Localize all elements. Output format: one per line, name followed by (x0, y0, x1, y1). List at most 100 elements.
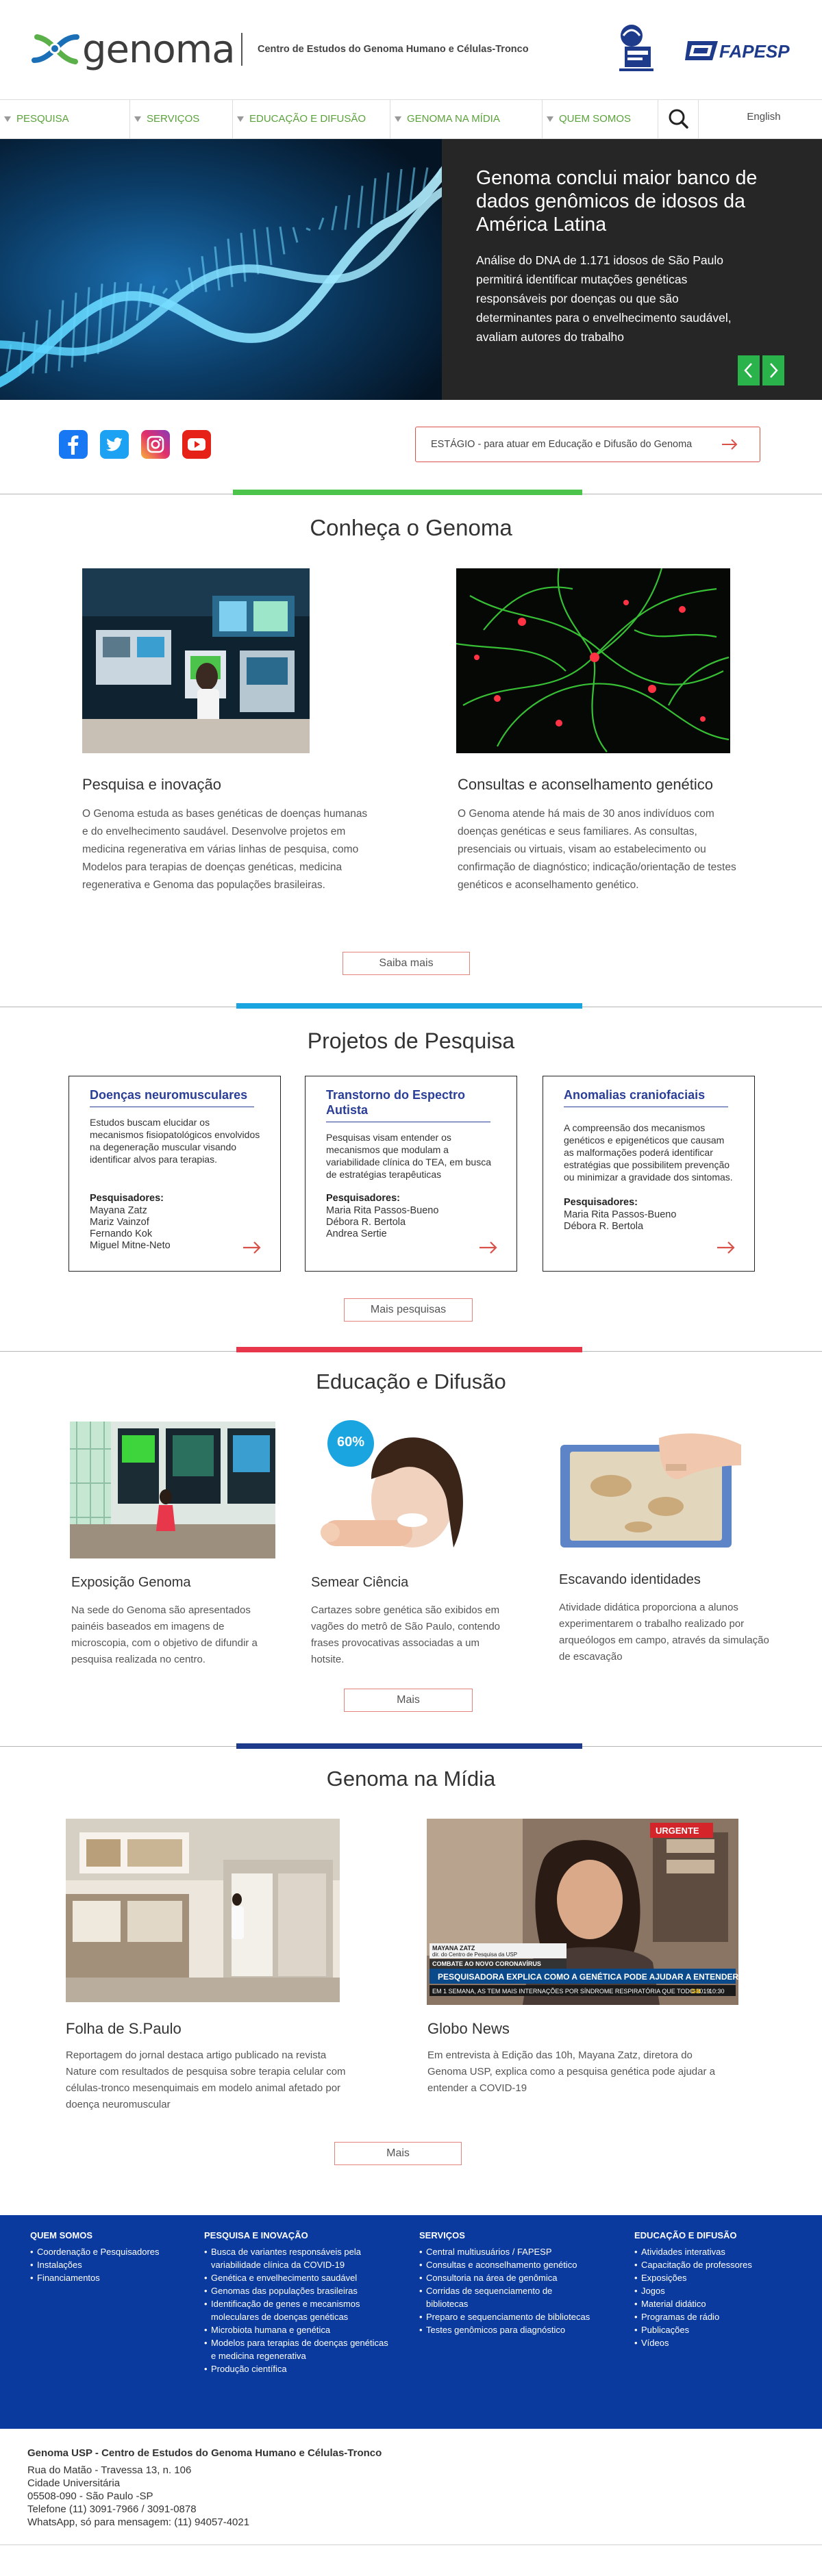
hero-carousel: Genoma conclui maior banco de dados genô… (0, 139, 822, 400)
footer-link[interactable]: Central multiusuários / FAPESP (419, 2245, 590, 2258)
footer-link[interactable]: Jogos (634, 2284, 799, 2297)
nav-search-button[interactable] (658, 100, 699, 138)
nav-label: PESQUISA (16, 113, 69, 125)
footer-link[interactable]: Genética e envelhecimento saudável (204, 2271, 389, 2284)
card-text-exposicao: Na sede do Genoma são apresentados painé… (71, 1604, 258, 1665)
nav-label: QUEM SOMOS (559, 113, 632, 125)
footer-link[interactable]: Programas de rádio (634, 2310, 799, 2323)
researcher-name: Fernando Kok (90, 1228, 153, 1239)
project-title[interactable]: Transtorno do Espectro Autista (326, 1087, 504, 1117)
footer-heading-servicos[interactable]: SERVIÇOS (419, 2230, 465, 2240)
card-title-pesquisa[interactable]: Pesquisa e inovação (82, 776, 221, 794)
card-title-consultas[interactable]: Consultas e aconselhamento genético (458, 776, 713, 794)
genoma-logo[interactable]: genoma (30, 27, 236, 73)
nav-item-servicos[interactable]: SERVIÇOS (130, 100, 233, 138)
footer-link[interactable]: Modelos para terapias de doenças genétic… (204, 2336, 389, 2362)
project-title[interactable]: Anomalias craniofaciais (564, 1087, 742, 1102)
footer-link[interactable]: Material didático (634, 2297, 799, 2310)
card-title-exposicao[interactable]: Exposição Genoma (71, 1575, 191, 1591)
project-card-neuromusculares[interactable]: Doenças neuromusculares Estudos buscam e… (68, 1076, 281, 1272)
footer-link[interactable]: Genomas das populações brasileiras (204, 2284, 389, 2297)
instagram-icon[interactable] (141, 430, 170, 459)
carousel-next-button[interactable] (762, 355, 784, 386)
institution-seal-logo[interactable] (615, 21, 656, 75)
footer-link[interactable]: Testes genômicos para diagnóstico (419, 2323, 590, 2336)
footer-link[interactable]: Microbiota humana e genética (204, 2323, 389, 2336)
project-title[interactable]: Doenças neuromusculares (90, 1087, 268, 1102)
card-title-semear[interactable]: Semear Ciência (311, 1575, 408, 1591)
footer-heading-educacao[interactable]: EDUCAÇÃO E DIFUSÃO (634, 2230, 737, 2240)
footer-link[interactable]: Atividades interativas (634, 2245, 799, 2258)
footer-link[interactable]: Produção científica (204, 2362, 389, 2375)
chevron-down-icon (134, 116, 141, 122)
mais-midia-button[interactable]: Mais (334, 2142, 462, 2165)
footer-link[interactable]: Consultas e aconselhamento genético (419, 2258, 590, 2271)
section-accent-bar (236, 1743, 582, 1749)
semear-ciencia-image[interactable]: 60% (310, 1417, 475, 1558)
section-title-conheca: Conheça o Genoma (310, 515, 512, 540)
footer-link[interactable]: Preparo e sequenciamento de bibliotecas (419, 2310, 590, 2323)
footer-link[interactable]: Capacitação de professores (634, 2258, 799, 2271)
footer-link[interactable]: Corridas de sequenciamento de biblioteca… (419, 2284, 590, 2310)
project-description: Pesquisas visam entender os mecanismos q… (326, 1132, 491, 1180)
project-description: Estudos buscam elucidar os mecanismos fi… (90, 1117, 260, 1165)
carousel-prev-button[interactable] (738, 355, 760, 386)
estagio-label: ESTÁGIO - para atuar em Educação e Difus… (431, 439, 693, 450)
tv-banner-tag: COMBATE AO NOVO CORONAVÍRUS (432, 1960, 541, 1967)
nav-item-pesquisa[interactable]: PESQUISA (0, 100, 130, 138)
footer-list-quem-somos: Coordenação e Pesquisadores Instalações … (30, 2245, 188, 2284)
footer-link[interactable]: Busca de variantes responsáveis pela var… (204, 2245, 389, 2271)
tv-caption-role: dir. do Centro de Pesquisa da USP (432, 1952, 517, 1958)
section-title-educacao: Educação e Difusão (316, 1369, 506, 1393)
nav-item-quem-somos[interactable]: QUEM SOMOS (543, 100, 658, 138)
research-lab-image[interactable] (82, 568, 310, 753)
address-line: 05508-090 - São Paulo -SP (27, 2490, 153, 2502)
project-card-craniofaciais[interactable]: Anomalias craniofaciais A compreensão do… (543, 1076, 755, 1272)
youtube-icon[interactable] (182, 430, 211, 459)
fapesp-text: FAPESP (719, 41, 790, 62)
globo-news-image[interactable]: URGENTE MAYANA ZATZ dir. do Centro de Pe… (427, 1819, 738, 2005)
footer-heading-quem-somos[interactable]: QUEM SOMOS (30, 2230, 92, 2240)
footer-link[interactable]: Vídeos (634, 2336, 799, 2349)
footer-link[interactable]: Financiamentos (30, 2271, 188, 2284)
folha-lab-image[interactable] (66, 1819, 340, 2002)
arrow-right-icon[interactable] (716, 1239, 736, 1256)
language-link[interactable]: English (726, 100, 801, 138)
logo-text: genoma (82, 27, 236, 72)
project-card-autismo[interactable]: Transtorno do Espectro Autista Pesquisas… (305, 1076, 517, 1272)
footer-link[interactable]: Exposições (634, 2271, 799, 2284)
footer-link[interactable]: Publicações (634, 2323, 799, 2336)
twitter-icon[interactable] (100, 430, 129, 459)
search-icon (669, 109, 688, 129)
arrow-right-icon[interactable] (478, 1239, 499, 1256)
escavando-image[interactable] (556, 1431, 747, 1554)
card-title-globo[interactable]: Globo News (427, 2020, 510, 2038)
card-text-pesquisa: O Genoma estuda as bases genéticas de do… (82, 808, 368, 891)
arrow-right-icon[interactable] (242, 1239, 262, 1256)
facebook-icon[interactable] (59, 430, 88, 459)
hero-title[interactable]: Genoma conclui maior banco de dados genô… (476, 166, 777, 236)
neurons-microscopy-image[interactable] (456, 568, 730, 753)
nav-item-midia[interactable]: GENOMA NA MÍDIA (390, 100, 543, 138)
footer-heading-pesquisa[interactable]: PESQUISA E INOVAÇÃO (204, 2230, 308, 2240)
mais-educacao-button[interactable]: Mais (344, 1689, 473, 1712)
estagio-button[interactable]: ESTÁGIO - para atuar em Educação e Difus… (415, 427, 760, 462)
footer-link[interactable]: Consultoria na área de genômica (419, 2271, 590, 2284)
nav-item-educacao[interactable]: EDUCAÇÃO E DIFUSÃO (233, 100, 390, 138)
researcher-name: Andrea Sertie (326, 1228, 387, 1239)
fapesp-logo[interactable]: FAPESP (685, 37, 795, 64)
card-title-folha[interactable]: Folha de S.Paulo (66, 2020, 182, 2038)
researchers-list: Mayana Zatz Mariz Vainzof Fernando Kok M… (90, 1205, 261, 1252)
researchers-label: Pesquisadores: (564, 1197, 638, 1208)
footer-link[interactable]: Coordenação e Pesquisadores (30, 2245, 188, 2258)
nav-label: EDUCAÇÃO E DIFUSÃO (249, 113, 366, 125)
card-title-escavando[interactable]: Escavando identidades (559, 1572, 701, 1588)
footer-link[interactable]: Instalações (30, 2258, 188, 2271)
saiba-mais-button[interactable]: Saiba mais (342, 952, 470, 975)
footer-link[interactable]: Identificação de genes e mecanismos mole… (204, 2297, 389, 2323)
exposicao-image[interactable] (70, 1422, 275, 1558)
mais-pesquisas-button[interactable]: Mais pesquisas (344, 1298, 473, 1322)
project-description: A compreensão dos mecanismos genéticos e… (564, 1122, 733, 1183)
main-nav: PESQUISA SERVIÇOS EDUCAÇÃO E DIFUSÃO GEN… (0, 99, 822, 139)
tv-ticker: EM 1 SEMANA, AS TEM MAIS INTERNAÇÕES POR… (432, 1988, 710, 1995)
